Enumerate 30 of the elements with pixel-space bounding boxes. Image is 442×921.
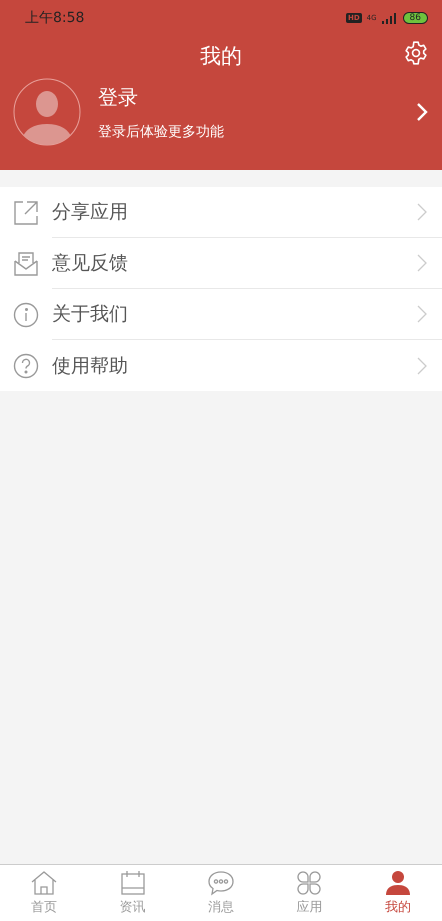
menu-item[interactable]: 分享应用 bbox=[0, 187, 442, 238]
page-title: 我的 bbox=[200, 43, 242, 70]
chat-bubble-icon bbox=[207, 870, 236, 896]
envelope-icon bbox=[13, 250, 39, 276]
chevron-right-icon bbox=[417, 305, 427, 323]
person-icon bbox=[384, 870, 412, 896]
settings-icon[interactable] bbox=[403, 40, 429, 66]
help-icon bbox=[13, 352, 39, 378]
chevron-right-icon[interactable] bbox=[416, 102, 428, 122]
battery-icon: 86 bbox=[402, 12, 428, 24]
login-title[interactable]: 登录 bbox=[98, 84, 416, 110]
tab[interactable]: 应用 bbox=[265, 865, 354, 921]
tab[interactable]: 我的 bbox=[354, 865, 442, 921]
home-icon bbox=[30, 870, 58, 896]
tab[interactable]: 资讯 bbox=[88, 865, 177, 921]
chevron-right-icon bbox=[417, 203, 427, 221]
four-petal-icon bbox=[295, 870, 324, 896]
signal-icon bbox=[382, 12, 398, 24]
login-hint: 登录后体验更多功能 bbox=[98, 122, 225, 140]
info-icon bbox=[13, 302, 39, 328]
chevron-right-icon bbox=[417, 356, 427, 374]
share-icon bbox=[13, 200, 39, 226]
calendar-icon bbox=[118, 870, 147, 896]
tab[interactable]: 消息 bbox=[176, 865, 266, 921]
chevron-right-icon bbox=[417, 254, 427, 272]
menu-item[interactable]: 关于我们 bbox=[0, 289, 442, 340]
menu-item[interactable]: 意见反馈 bbox=[0, 238, 442, 289]
tab[interactable]: 首页 bbox=[0, 865, 88, 921]
status-time: 上午8:58 bbox=[25, 9, 84, 27]
menu-item[interactable]: 使用帮助 bbox=[0, 340, 442, 391]
